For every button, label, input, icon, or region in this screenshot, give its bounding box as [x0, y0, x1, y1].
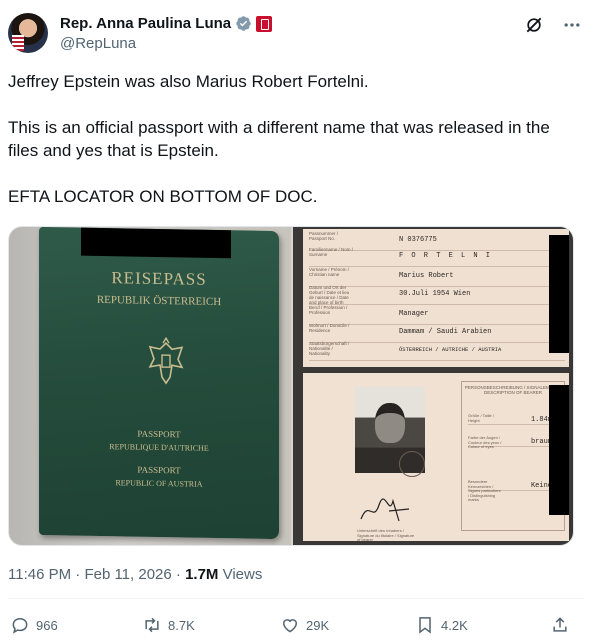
share-button[interactable] [550, 615, 570, 635]
heart-icon [282, 619, 298, 633]
description-row-label: Farbe der Augen / Couleur des yeux / Col… [468, 435, 502, 449]
bookmark-button[interactable]: 4.2K [415, 615, 468, 635]
cover-line1: PASSPORT [137, 428, 181, 440]
media-image-passport-cover[interactable]: REISEPASS REPUBLIK ÖSTERREICH PASSPORT R… [9, 227, 291, 545]
description-row-label: Größe / Taille / Height [468, 413, 494, 423]
repost-button[interactable]: 8.7K [142, 615, 195, 635]
cover-subtitle: REPUBLIK ÖSTERREICH [96, 293, 222, 309]
tweet-paragraph: This is an official passport with a diff… [8, 118, 550, 160]
author-handle[interactable]: @RepLuna [60, 34, 272, 53]
grok-icon[interactable] [524, 15, 544, 35]
passport-row-label: Familienname / Nom / Surname [309, 247, 354, 257]
signature-caption: Unterschrift des Inhabers / Signature du… [357, 528, 415, 542]
header-actions [524, 15, 582, 35]
description-row-label: Besondere Kennzeichen / Signes particuli… [468, 479, 501, 502]
tweet-meta: 11:46 PM · Feb 11, 2026 · 1.7M Views [8, 566, 262, 583]
reply-count: 966 [36, 617, 58, 633]
passport-data-page-top: Passnummer / Passport No. N 0376775 Fami… [303, 229, 569, 367]
views-label: Views [218, 566, 263, 583]
like-button[interactable]: 29K [280, 615, 329, 635]
reply-button[interactable]: 966 [10, 615, 58, 635]
tweet-paragraph: Jeffrey Epstein was also Marius Robert F… [8, 72, 369, 91]
passport-row: Staatsbürgerschaft / Nationalité / Natio… [309, 339, 565, 361]
avatar[interactable] [8, 13, 48, 53]
cover-line4: REPUBLIC OF AUSTRIA [115, 478, 203, 489]
passport-row-value: Manager [399, 310, 429, 318]
tweet-paragraph: EFTA LOCATOR ON BOTTOM OF DOC. [8, 187, 318, 206]
bearer-signature [360, 498, 410, 522]
passport-row-value: Marius Robert [399, 272, 454, 280]
repost-count: 8.7K [168, 617, 195, 633]
passport-row-label: Staatsbürgerschaft / Nationalité / Natio… [309, 341, 350, 356]
passport-row-value: N 0376775 [399, 236, 437, 244]
author-display-name[interactable]: Rep. Anna Paulina Luna [60, 14, 231, 33]
views-count[interactable]: 1.7M [185, 566, 218, 583]
passport-row: Datum und Ort der Geburt / Date et lieu … [309, 283, 565, 305]
like-count: 29K [306, 617, 330, 633]
passport-row-value: F O R T E L N I [399, 252, 493, 260]
passport-row-value: Dammam / Saudi Arabien [399, 328, 492, 336]
author-names: Rep. Anna Paulina Luna @RepLuna [60, 14, 273, 53]
reply-icon [12, 617, 28, 634]
passport-row-label: Datum und Ort der Geburt / Date et lieu … [309, 285, 350, 305]
passport-row-label: Vorname / Prénom / Christian name [309, 267, 350, 277]
cover-line2: REPUBLIQUE D'AUTRICHE [109, 442, 209, 453]
austrian-eagle-emblem-icon [148, 336, 184, 385]
media-image-passport-data-page[interactable]: Passnummer / Passport No. N 0376775 Fami… [293, 227, 573, 545]
meta-separator: · [171, 566, 186, 583]
more-options-icon[interactable] [562, 15, 582, 35]
redaction-bar [549, 235, 569, 353]
author-display-name-row[interactable]: Rep. Anna Paulina Luna [60, 14, 273, 33]
passport-row-value: 30.Juli 1954 Wien [399, 290, 471, 298]
tweet-actions: 966 8.7K 29K 4.2K [10, 615, 574, 637]
passport-row: Familienname / Nom / Surname F O R T E L… [309, 245, 565, 267]
seal-stamp [399, 451, 425, 477]
passport-cover: REISEPASS REPUBLIK ÖSTERREICH PASSPORT R… [39, 227, 279, 540]
share-icon [553, 617, 567, 632]
passport-row-label: Passnummer / Passport No. [309, 231, 339, 241]
description-row: Farbe der Augen / Couleur des yeux / Col… [468, 434, 560, 449]
description-row: Besondere Kennzeichen / Signes particuli… [468, 478, 560, 502]
tweet-header: Rep. Anna Paulina Luna @RepLuna [8, 13, 588, 57]
flag-icon [12, 35, 24, 51]
government-affiliation-icon[interactable] [256, 15, 273, 32]
bookmark-icon [419, 617, 431, 634]
passport-data-page-bottom: PERSONSBESCHREIBUNG / SIGNALEMENT / DESC… [303, 373, 569, 542]
passport-row-label: Wohnort / Domicile / Residence [309, 323, 350, 333]
verified-badge-icon [236, 16, 251, 31]
tweet-text: Jeffrey Epstein was also Marius Robert F… [8, 70, 583, 208]
redaction-bar [81, 227, 231, 259]
repost-icon [145, 617, 159, 633]
media-grid: REISEPASS REPUBLIK ÖSTERREICH PASSPORT R… [8, 226, 574, 546]
redaction-bar [549, 385, 569, 515]
passport-row-value: ÖSTERREICH / AUTRICHE / AUSTRIA [399, 346, 502, 353]
bookmark-count: 4.2K [441, 617, 468, 633]
meta-separator: · [71, 566, 85, 583]
cover-title: REISEPASS [111, 268, 207, 289]
tweet-date[interactable]: Feb 11, 2026 [84, 566, 171, 583]
cover-line3: PASSPORT [137, 464, 181, 476]
divider [8, 598, 584, 599]
tweet-time[interactable]: 11:46 PM [8, 566, 71, 583]
description-row: Größe / Taille / Height 1.84m [468, 412, 560, 425]
passport-row-label: Beruf / Profession / Profession [309, 305, 348, 315]
